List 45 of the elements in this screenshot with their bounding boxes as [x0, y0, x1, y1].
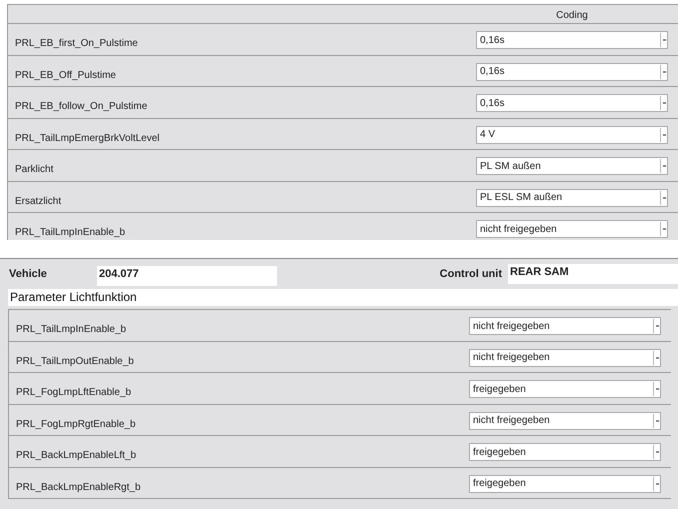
- dropdown-arrow-icon: [653, 476, 659, 490]
- value-dropdown[interactable]: nicht freigegeben: [476, 220, 668, 238]
- parameter-name: PRL_BackLmpEnableRgt_b: [16, 482, 141, 492]
- vehicle-label: Vehicle: [8, 266, 48, 282]
- value-dropdown[interactable]: nicht freigegeben: [469, 412, 661, 430]
- parameter-name: PRL_FogLmpLftEnable_b: [16, 387, 132, 398]
- column-header: Coding: [556, 9, 588, 23]
- dropdown-arrow-icon: [660, 159, 666, 173]
- parameter-name: PRL_EB_first_On_Pulstime: [15, 38, 138, 49]
- parameter-name: PRL_BackLmpEnableLft_b: [16, 450, 136, 461]
- vehicle-field[interactable]: 204.077: [97, 266, 277, 286]
- value-dropdown[interactable]: freigegeben: [469, 380, 661, 398]
- parameter-name: Parklicht: [15, 164, 54, 175]
- value-dropdown[interactable]: 4 V: [476, 126, 668, 144]
- dropdown-arrow-icon: [653, 350, 659, 364]
- dropdown-arrow-icon: [653, 319, 659, 333]
- control-unit-label: Control unit: [440, 266, 503, 282]
- value-dropdown[interactable]: 0,16s: [476, 94, 668, 112]
- parameter-name: PRL_TailLmpEmergBrkVoltLevel: [15, 132, 160, 144]
- value-dropdown[interactable]: PL ESL SM außen: [476, 188, 668, 206]
- value-dropdown[interactable]: freigegeben: [469, 443, 661, 461]
- parameter-name: Ersatzlicht: [15, 196, 62, 206]
- parameter-name: PRL_FogLmpRgtEnable_b: [16, 418, 136, 430]
- control-unit-field[interactable]: REAR SAM: [508, 264, 678, 284]
- dropdown-arrow-icon: [660, 222, 666, 236]
- value-dropdown[interactable]: 0,16s: [476, 62, 668, 80]
- parameter-name: PRL_EB_follow_On_Pulstime: [15, 101, 148, 112]
- dropdown-arrow-icon: [660, 96, 666, 110]
- dropdown-arrow-icon: [660, 33, 666, 47]
- dropdown-arrow-icon: [660, 128, 666, 142]
- parameter-name: PRL_TailLmpInEnable_b: [15, 227, 126, 238]
- value-dropdown[interactable]: nicht freigegeben: [469, 348, 661, 366]
- parameter-name: PRL_EB_Off_Pulstime: [15, 70, 116, 80]
- value-dropdown[interactable]: PL SM außen: [476, 157, 668, 175]
- value-dropdown[interactable]: 0,16s: [476, 31, 668, 49]
- parameter-name: PRL_TailLmpOutEnable_b: [16, 356, 134, 366]
- dropdown-arrow-icon: [653, 414, 659, 428]
- section-title: Parameter Lichtfunktion: [8, 289, 678, 306]
- value-dropdown[interactable]: freigegeben: [469, 474, 661, 492]
- value-dropdown[interactable]: nicht freigegeben: [469, 317, 661, 335]
- dropdown-arrow-icon: [660, 190, 666, 204]
- dropdown-arrow-icon: [653, 445, 659, 459]
- parameter-name: PRL_TailLmpInEnable_b: [16, 324, 126, 335]
- dropdown-arrow-icon: [653, 382, 659, 396]
- dropdown-arrow-icon: [660, 64, 666, 78]
